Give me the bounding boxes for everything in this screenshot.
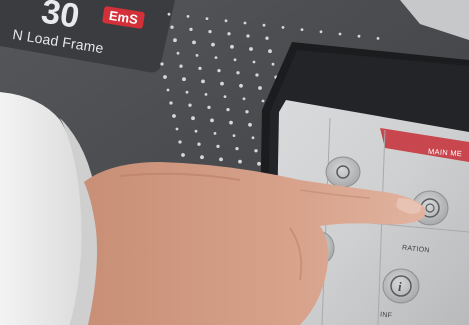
perforation-dot <box>178 140 182 144</box>
perforation-dot <box>319 30 323 34</box>
perforation-dot <box>246 34 250 38</box>
perforation-dot <box>163 75 167 79</box>
perforation-dot <box>179 64 183 68</box>
perforation-dot <box>236 71 240 75</box>
model-name: N Load Frame <box>11 26 105 57</box>
perforation-dot <box>213 132 217 135</box>
perforation-dot <box>357 34 361 38</box>
perforation-dot <box>166 88 170 92</box>
perforation-dot <box>235 146 239 151</box>
perforation-dot <box>265 36 269 40</box>
perforation-dot <box>216 144 220 149</box>
perforation-dot <box>226 107 230 112</box>
perforation-dot <box>205 17 209 20</box>
perforation-dot <box>229 120 233 125</box>
brand-badge: EmS <box>101 5 145 30</box>
perforation-dot <box>281 26 285 29</box>
perforation-dot <box>210 118 214 123</box>
perforation-dot <box>186 15 190 18</box>
perforation-dot <box>214 56 218 59</box>
perforation-dot <box>248 122 252 127</box>
photo-scene: 30 i EmS N Load Frame MAIN ME RATION INF <box>0 0 469 325</box>
perforation-dot <box>223 95 227 98</box>
perforation-dot <box>217 68 221 73</box>
info-button[interactable]: i <box>382 268 420 304</box>
perforation-dot <box>175 127 179 131</box>
perforation-dot <box>258 86 262 90</box>
settings-button[interactable] <box>325 156 361 188</box>
perforation-dot <box>257 161 261 166</box>
perforation-dot <box>200 155 204 160</box>
perforation-dot <box>254 149 258 153</box>
perforation-dot <box>176 51 180 55</box>
perforation-dot <box>208 29 212 34</box>
perforation-dot <box>188 103 192 107</box>
info-label: INF <box>379 311 393 320</box>
perforation-dot <box>249 47 253 51</box>
perforation-dot <box>376 37 380 40</box>
perforation-dot <box>261 99 265 103</box>
perforation-dot <box>189 27 193 32</box>
perforation-dot <box>195 54 199 57</box>
perforation-dot <box>230 44 234 49</box>
perforation-dot <box>224 19 228 23</box>
perforation-dot <box>252 60 256 64</box>
brand-label-area: EmS N Load Frame <box>0 0 175 70</box>
perforation-dot <box>181 153 185 157</box>
perforation-dot <box>227 32 231 36</box>
perforation-dot <box>255 73 259 77</box>
perforation-dot <box>207 105 211 110</box>
perforation-dot <box>238 159 242 164</box>
perforation-dot <box>198 66 202 71</box>
perforation-dot <box>185 90 189 94</box>
perforation-dot <box>239 83 243 88</box>
perforation-dot <box>182 77 186 82</box>
svg-text:i: i <box>398 279 402 294</box>
perforation-dot <box>172 114 176 118</box>
perforation-dot <box>271 62 275 66</box>
perforation-dot <box>338 32 342 36</box>
perforation-dot <box>204 93 208 96</box>
perforation-dot <box>169 101 173 105</box>
perforation-dot <box>242 97 246 101</box>
perforation-dot <box>197 142 201 146</box>
perforation-dot <box>220 81 224 86</box>
perforation-dot <box>268 49 272 54</box>
perforation-dot <box>245 110 249 114</box>
perforation-dot <box>251 136 255 140</box>
perforation-dot <box>233 58 237 62</box>
perforation-dot <box>211 42 215 47</box>
perforation-dot <box>194 129 198 133</box>
perforation-dot <box>262 23 266 27</box>
perforation-dot <box>219 157 223 162</box>
perforation-dot <box>201 79 205 84</box>
perforation-dot <box>192 40 196 45</box>
perforation-dot <box>232 134 236 138</box>
perforation-dot <box>243 21 247 25</box>
perforation-dot <box>300 28 304 31</box>
perforation-dot <box>191 116 195 121</box>
